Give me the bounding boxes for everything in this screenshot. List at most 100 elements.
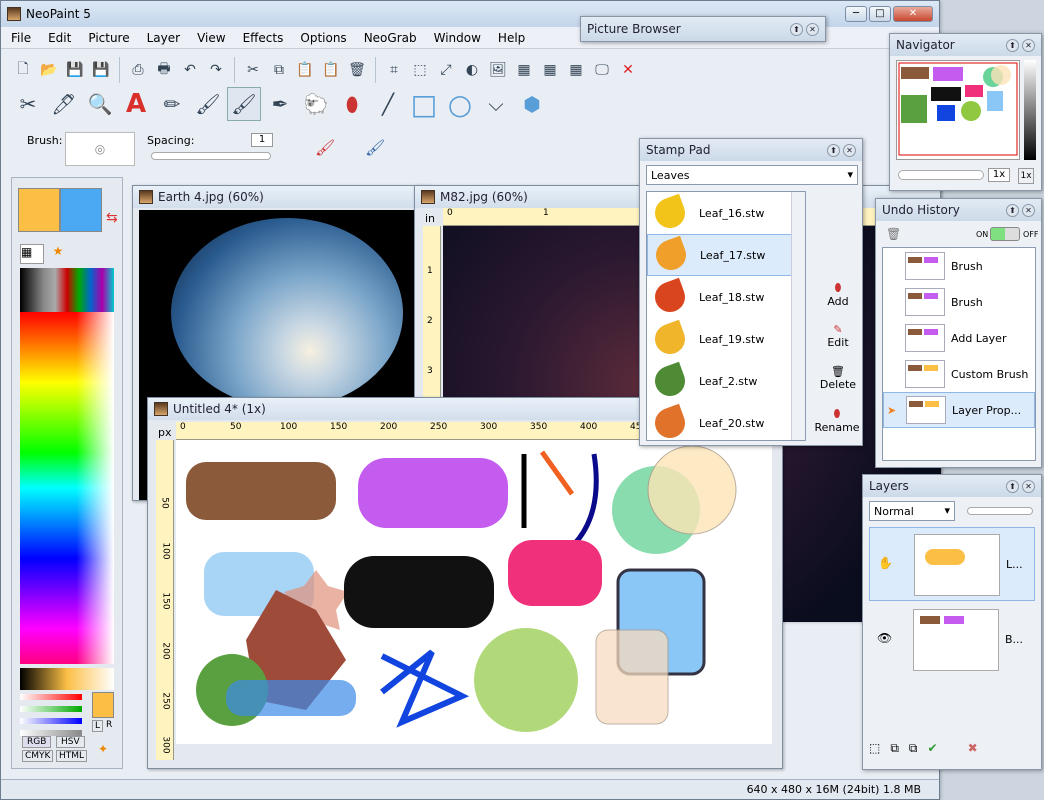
brush-options-icon[interactable]: 🖌: [315, 138, 335, 157]
tab-hsv[interactable]: HSV: [56, 736, 85, 748]
picture-browser-titlebar[interactable]: Picture Browser ⬆ ✕: [581, 17, 825, 41]
navigator-palette[interactable]: [1024, 60, 1036, 160]
stamp-item[interactable]: Leaf_18.stw: [647, 276, 805, 318]
secondary-color[interactable]: [60, 188, 102, 232]
undo-icon[interactable]: ↶: [178, 58, 202, 82]
ellipse-icon[interactable]: ○: [443, 87, 477, 121]
merge-layer-icon[interactable]: ⧉: [909, 741, 918, 756]
pin-icon[interactable]: ⬆: [1006, 38, 1019, 52]
menu-view[interactable]: View: [197, 31, 225, 45]
close-doc-icon[interactable]: ✕: [616, 58, 640, 82]
undo-toggle[interactable]: [990, 227, 1020, 241]
brush-reset-icon[interactable]: 🖌: [365, 138, 385, 157]
blue-slider[interactable]: [20, 718, 82, 724]
pin-icon[interactable]: ⬆: [790, 22, 803, 36]
tab-rgb[interactable]: RGB: [22, 736, 52, 748]
line-icon[interactable]: ╱: [371, 87, 405, 121]
brush-tool-icon[interactable]: 🖌: [227, 87, 261, 121]
menu-picture[interactable]: Picture: [88, 31, 129, 45]
scan-icon[interactable]: ⎙: [126, 58, 150, 82]
copy-icon[interactable]: ⧉: [267, 58, 291, 82]
redo-icon[interactable]: ↷: [204, 58, 228, 82]
history-item-current[interactable]: ➤ Layer Prop...: [883, 392, 1035, 428]
stamp-item[interactable]: Leaf_19.stw: [647, 318, 805, 360]
add-color-icon[interactable]: ✦: [98, 742, 108, 756]
doc-untitled-window[interactable]: Untitled 4* (1x) px 0 50 100 150 200 250…: [147, 397, 783, 769]
cube-icon[interactable]: ⬢: [515, 87, 549, 121]
close-icon[interactable]: ✕: [1022, 38, 1035, 52]
lasso-icon[interactable]: ✂: [11, 87, 45, 121]
trash-icon[interactable]: 🗑: [886, 227, 901, 241]
crop-icon[interactable]: ⌗: [382, 58, 406, 82]
green-slider[interactable]: [20, 706, 82, 712]
undo-history-list[interactable]: Brush Brush Add Layer Custom Brush ➤ Laye…: [882, 247, 1036, 461]
navigator-preview[interactable]: [896, 60, 1020, 160]
navigator-zoom-value[interactable]: 1x: [988, 168, 1010, 182]
history-item[interactable]: Brush: [883, 284, 1035, 320]
polygon-icon[interactable]: ⌵: [479, 87, 513, 121]
stamp-item[interactable]: Leaf_16.stw: [647, 192, 805, 234]
spectrum-gradient[interactable]: [20, 312, 114, 664]
layer-row[interactable]: 👁 B...: [869, 603, 1035, 677]
layer-properties-icon[interactable]: ✔: [928, 741, 938, 755]
menu-help[interactable]: Help: [498, 31, 525, 45]
print-icon[interactable]: 🖶: [152, 58, 176, 82]
stamp-pad-titlebar[interactable]: Stamp Pad ⬆ ✕: [640, 139, 862, 161]
pin-icon[interactable]: ⬆: [1006, 203, 1019, 217]
untitled-ruler-unit[interactable]: px: [158, 426, 172, 439]
stamp-add-button[interactable]: ⬮ Add: [818, 281, 858, 308]
minimize-button[interactable]: ─: [845, 6, 867, 22]
24bit-icon[interactable]: ▦: [538, 58, 562, 82]
red-slider[interactable]: [20, 694, 82, 700]
tab-html[interactable]: HTML: [56, 750, 88, 762]
stamp-list[interactable]: Leaf_16.stw Leaf_17.stw Leaf_18.stw Leaf…: [646, 191, 806, 441]
swap-colors-icon[interactable]: ⇆: [106, 210, 118, 226]
brightness-icon[interactable]: ◐: [460, 58, 484, 82]
cloner-icon[interactable]: 🐑: [299, 87, 333, 121]
8bit-icon[interactable]: ▦: [512, 58, 536, 82]
picture-icon[interactable]: 🖼: [486, 58, 510, 82]
m82-ruler-unit[interactable]: in: [425, 212, 435, 225]
basic-palette[interactable]: [20, 268, 114, 312]
history-item[interactable]: Brush: [883, 248, 1035, 284]
eyedropper-icon[interactable]: 🖊: [47, 87, 81, 121]
menu-layer[interactable]: Layer: [147, 31, 180, 45]
menu-neograb[interactable]: NeoGrab: [364, 31, 417, 45]
navigator-zoom-slider[interactable]: [898, 170, 984, 180]
paintbrush-icon[interactable]: 🖌: [191, 87, 225, 121]
opacity-slider[interactable]: [967, 507, 1033, 515]
menu-window[interactable]: Window: [434, 31, 481, 45]
text-tool-icon[interactable]: A: [119, 87, 153, 121]
stamp-item-selected[interactable]: Leaf_17.stw: [647, 234, 805, 276]
close-button[interactable]: ✕: [893, 6, 933, 22]
stamp-list-scrollbar[interactable]: [791, 192, 805, 440]
eye-icon[interactable]: 👁: [877, 631, 892, 645]
history-item[interactable]: Custom Brush: [883, 356, 1035, 392]
stamp-category-select[interactable]: Leaves ▾: [646, 165, 858, 185]
cut-icon[interactable]: ✂: [241, 58, 265, 82]
doc-earth-titlebar[interactable]: Earth 4.jpg (60%): [133, 186, 429, 208]
select-all-icon[interactable]: ⬚: [408, 58, 432, 82]
magnifier-icon[interactable]: 🔍: [83, 87, 117, 121]
navigator-fit-button[interactable]: 1x: [1018, 168, 1034, 184]
shade-bar[interactable]: [20, 668, 114, 690]
stamp-edit-button[interactable]: ✎ Edit: [818, 323, 858, 349]
history-item[interactable]: Add Layer: [883, 320, 1035, 356]
stamp-item[interactable]: Leaf_2.stw: [647, 360, 805, 402]
open-icon[interactable]: 📂: [37, 58, 61, 82]
brush-preview[interactable]: ◎: [65, 132, 135, 166]
close-icon[interactable]: ✕: [806, 22, 819, 36]
close-icon[interactable]: ✕: [843, 143, 856, 157]
save-icon[interactable]: 💾: [63, 58, 87, 82]
mode-r-button[interactable]: R: [106, 720, 112, 730]
close-icon[interactable]: ✕: [1022, 203, 1035, 217]
resize-icon[interactable]: ⤢: [434, 58, 458, 82]
rectangle-icon[interactable]: □: [407, 87, 441, 121]
primary-color[interactable]: [18, 188, 60, 232]
tab-cmyk[interactable]: CMYK: [22, 750, 54, 762]
maximize-button[interactable]: □: [869, 6, 891, 22]
close-icon[interactable]: ✕: [1022, 479, 1035, 493]
undo-history-titlebar[interactable]: Undo History ⬆ ✕: [876, 199, 1041, 221]
menu-edit[interactable]: Edit: [48, 31, 71, 45]
paste-icon[interactable]: 📋: [293, 58, 317, 82]
